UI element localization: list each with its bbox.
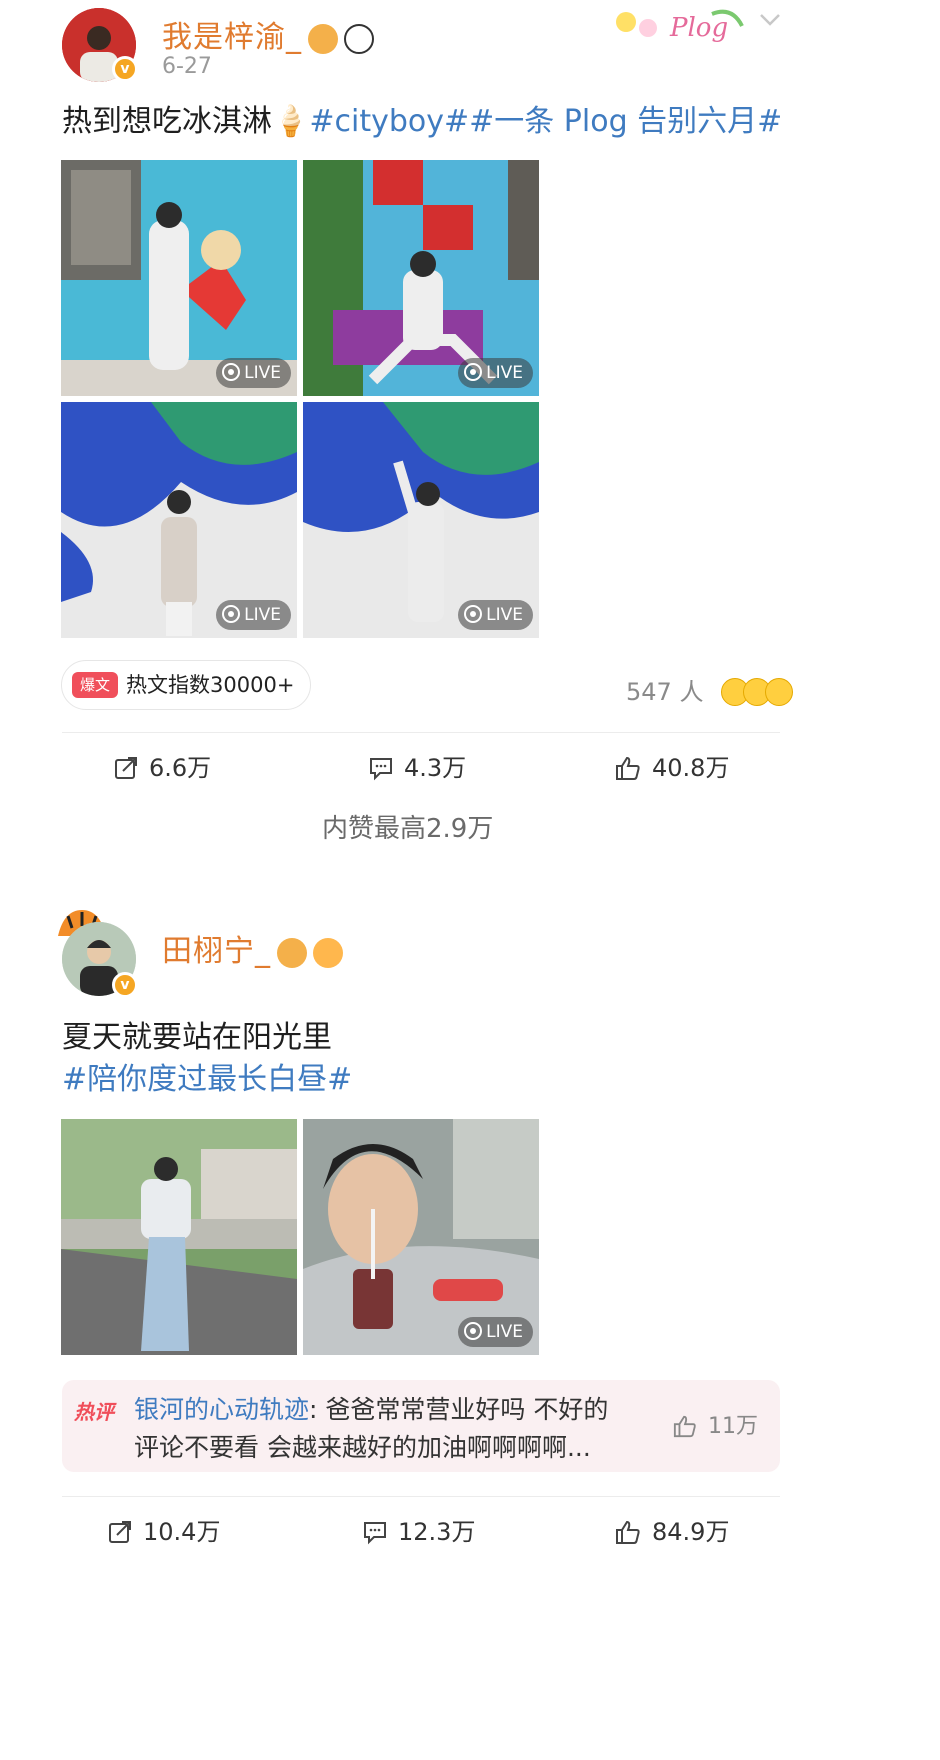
username-text[interactable]: 田栩宁_ [162, 934, 271, 969]
like-icon [673, 1415, 696, 1438]
post-image[interactable] [61, 1119, 297, 1355]
post-hashtag: #陪你度过最长白昼# [62, 1058, 352, 1102]
post-image[interactable]: LIVE [303, 1119, 539, 1355]
share-icon [109, 1521, 131, 1543]
like-count: 84.9万 [652, 1518, 730, 1546]
share-count: 10.4万 [143, 1518, 221, 1546]
hot-comment-line-1: 银河的心动轨迹: 爸爸常常营业好吗 不好的 [134, 1390, 608, 1426]
live-badge: LIVE [458, 1317, 533, 1347]
hot-comment-like-button[interactable]: 11万 [672, 1408, 758, 1440]
username[interactable]: 田栩宁_ [162, 926, 343, 970]
post-text: 夏天就要站在阳光里 [62, 1016, 332, 1060]
live-icon [464, 1322, 483, 1340]
share-button[interactable]: 10.4万 [107, 1512, 220, 1547]
hot-comment-tag: 热评 [74, 1400, 114, 1424]
hot-comment-user[interactable]: 银河的心动轨迹 [134, 1395, 309, 1424]
verified-icon: v [112, 972, 138, 998]
comment-button[interactable]: 12.3万 [362, 1512, 475, 1547]
crown-icon [277, 937, 307, 968]
hot-comment-like-count: 11万 [708, 1414, 758, 1439]
hot-comment[interactable]: 热评 银河的心动轨迹: 爸爸常常营业好吗 不好的 评论不要看 会越来越好的加油啊… [62, 1380, 780, 1472]
post-card-2: v 田栩宁_ 夏天就要站在阳光里 #陪你度过最长白昼# LIVE 热评 银河的心… [0, 0, 940, 1760]
comment-count: 12.3万 [398, 1518, 476, 1546]
divider [62, 1496, 780, 1497]
post-text-line: 夏天就要站在阳光里 [62, 1020, 332, 1055]
comment-icon [364, 1522, 386, 1545]
fish-icon [313, 937, 343, 968]
hashtag-link[interactable]: #陪你度过最长白昼# [62, 1062, 352, 1097]
live-label: LIVE [486, 1322, 523, 1342]
like-button[interactable]: 84.9万 [614, 1512, 729, 1547]
hot-comment-text: : 爸爸常常营业好吗 不好的 [309, 1395, 609, 1424]
like-icon [616, 1520, 640, 1544]
hot-comment-line-2: 评论不要看 会越来越好的加油啊啊啊啊... [134, 1433, 591, 1462]
